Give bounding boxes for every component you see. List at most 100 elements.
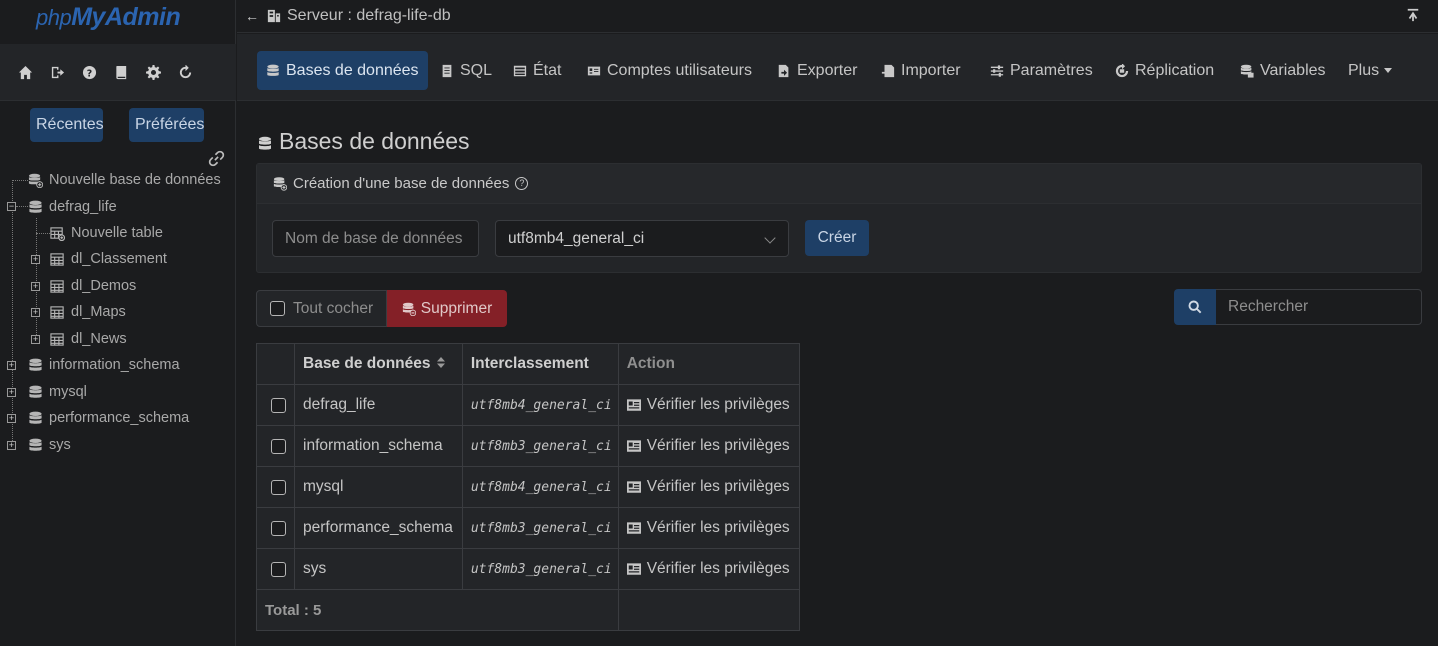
tree-node-database[interactable]: performance_schema [28, 406, 189, 430]
table-row: mysql utf8mb4_general_ci Vérifier les priv… [256, 466, 801, 508]
expand-toggle[interactable]: + [7, 441, 16, 450]
database-name-cell[interactable]: information_schema [294, 425, 463, 467]
tab-status[interactable]: État [513, 51, 561, 90]
tab-export[interactable]: Exporter [777, 51, 857, 90]
reload-icon[interactable] [176, 63, 194, 81]
tab-variables[interactable]: Variables [1240, 51, 1326, 90]
table-row: defrag_life utf8mb4_general_ci Vérifier le… [256, 384, 801, 426]
database-name-input[interactable]: Nom de base de données [272, 220, 479, 257]
tree-node-new-database[interactable]: Nouvelle base de données [28, 168, 221, 192]
collation-select[interactable]: utf8mb4_general_ci [495, 220, 789, 257]
tab-databases[interactable]: Bases de données [257, 51, 428, 90]
expand-toggle[interactable]: + [31, 335, 40, 344]
sort-icon[interactable] [436, 355, 445, 373]
tab-more[interactable]: Plus [1348, 51, 1393, 90]
row-checkbox[interactable] [271, 561, 286, 577]
database-name-cell[interactable]: mysql [294, 466, 463, 508]
phpmyadmin-logo[interactable]: phpMyAdmin [36, 3, 181, 32]
tree-connector [36, 233, 50, 234]
tree-node-database[interactable]: information_schema [28, 353, 180, 377]
search-button[interactable] [1174, 289, 1216, 325]
tree-node-database[interactable]: sys [28, 433, 71, 457]
drop-database-icon [402, 302, 416, 316]
collation-cell: utf8mb4_general_ci [461, 384, 619, 426]
tab-import[interactable]: Importer [881, 51, 961, 90]
database-icon [266, 64, 280, 78]
collapse-toggle[interactable]: − [7, 202, 16, 211]
collapse-top-icon[interactable] [1406, 8, 1420, 22]
table-icon [50, 279, 65, 294]
checkbox[interactable] [270, 301, 285, 316]
expand-toggle[interactable]: + [31, 282, 40, 291]
tab-user-accounts[interactable]: Comptes utilisateurs [587, 51, 752, 90]
expand-toggle[interactable]: + [7, 361, 16, 370]
users-icon [587, 64, 601, 78]
table-row: sys utf8mb3_general_ci Vérifier les privil… [256, 548, 801, 590]
database-icon [28, 438, 43, 453]
check-privileges-link[interactable]: Vérifier les privilèges [626, 478, 799, 496]
database-name-link[interactable]: performance_schema [303, 519, 453, 536]
tree-node-table[interactable]: dl_Classement [50, 247, 167, 271]
tree-node-label: performance_schema [49, 410, 190, 426]
settings-gear-icon[interactable] [144, 63, 162, 81]
database-name-cell[interactable]: sys [294, 548, 463, 590]
row-checkbox[interactable] [271, 520, 286, 536]
check-privileges-link[interactable]: Vérifier les privilèges [626, 396, 799, 414]
table-icon [50, 332, 65, 347]
row-checkbox[interactable] [271, 397, 286, 413]
home-icon[interactable] [16, 63, 34, 81]
check-privileges-link[interactable]: Vérifier les privilèges [626, 519, 799, 537]
table-row: performance_schema utf8mb3_general_ci Véri… [256, 507, 801, 549]
expand-toggle[interactable]: + [31, 255, 40, 264]
tab-sql[interactable]: SQL [440, 51, 492, 90]
database-name-link[interactable]: defrag_life [303, 396, 375, 413]
database-name-link[interactable]: information_schema [303, 437, 443, 454]
check-all-toggle[interactable]: Tout cocher [256, 290, 387, 327]
logout-icon[interactable] [48, 63, 66, 81]
check-privileges-link[interactable]: Vérifier les privilèges [626, 437, 799, 455]
tree-node-database[interactable]: mysql [28, 380, 87, 404]
database-name-link[interactable]: sys [303, 560, 326, 577]
recent-tables-button[interactable]: Récentes [30, 108, 104, 142]
favorite-tables-button[interactable]: Préférées [129, 108, 204, 142]
tab-label: Plus [1348, 62, 1380, 79]
collation-cell: utf8mb3_general_ci [461, 548, 619, 590]
tree-node-table[interactable]: dl_Demos [50, 274, 136, 298]
tree-node-table[interactable]: dl_Maps [50, 300, 126, 324]
table-header-row: Base de données Interclassement Action [256, 343, 801, 385]
search-input[interactable]: Rechercher [1216, 289, 1422, 325]
link-with-main-panel-icon[interactable] [208, 150, 225, 167]
header-database[interactable]: Base de données [294, 343, 463, 385]
expand-toggle[interactable]: + [31, 308, 40, 317]
tree-node-table[interactable]: dl_News [50, 327, 127, 351]
tab-settings[interactable]: Paramètres [990, 51, 1093, 90]
help-icon[interactable]: ? [80, 63, 98, 81]
database-name-link[interactable]: mysql [303, 478, 343, 495]
sql-icon [440, 64, 454, 78]
header-collation: Interclassement [461, 343, 619, 385]
navigation-sidebar: phpMyAdmin ? Récentes Préférées Nouvelle… [0, 0, 236, 646]
documentation-icon[interactable] [112, 63, 130, 81]
check-privileges-link[interactable]: Vérifier les privilèges [626, 560, 799, 578]
server-icon [267, 9, 281, 23]
help-icon[interactable]: ? [515, 177, 529, 190]
server-label[interactable]: Serveur : defrag-life-db [287, 7, 451, 25]
tree-node-new-table[interactable]: Nouvelle table [50, 221, 163, 245]
tree-connector [12, 180, 13, 445]
delete-button[interactable]: Supprimer [387, 290, 507, 327]
expand-toggle[interactable]: + [7, 414, 16, 423]
database-name-cell[interactable]: performance_schema [294, 507, 463, 549]
row-checkbox[interactable] [271, 438, 286, 454]
create-button[interactable]: Créer [805, 220, 869, 256]
expand-toggle[interactable]: + [7, 388, 16, 397]
action-cell: Vérifier les privilèges [617, 507, 801, 549]
tab-replication[interactable]: Réplication [1115, 51, 1214, 90]
back-arrow-icon[interactable]: ← [245, 8, 259, 24]
privileges-icon [626, 563, 641, 575]
logo-prefix: php [36, 5, 72, 30]
tree-node-label: dl_Classement [71, 251, 167, 267]
row-checkbox[interactable] [271, 479, 286, 495]
tree-node-defrag-life[interactable]: defrag_life [28, 195, 117, 219]
database-name-cell[interactable]: defrag_life [294, 384, 463, 426]
svg-text:?: ? [86, 68, 91, 79]
